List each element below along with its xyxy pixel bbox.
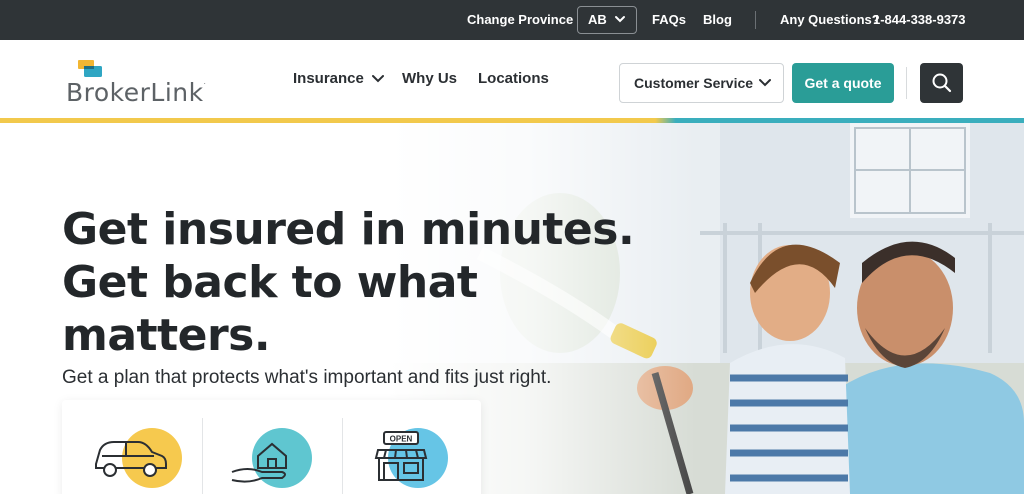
insurance-type-cards: OPEN xyxy=(62,400,481,494)
nav-locations[interactable]: Locations xyxy=(478,70,549,87)
customer-service-button[interactable]: Customer Service xyxy=(619,63,784,103)
logo-mark-icon xyxy=(78,60,102,77)
faqs-link[interactable]: FAQs xyxy=(652,0,686,40)
nav-insurance-label: Insurance xyxy=(293,70,364,87)
topbar-divider xyxy=(755,11,756,29)
province-value: AB xyxy=(588,12,607,27)
top-utility-bar: Change Province AB FAQs Blog Any Questio… xyxy=(0,0,1024,40)
get-a-quote-button[interactable]: Get a quote xyxy=(792,63,894,103)
business-insurance-card[interactable]: OPEN xyxy=(342,400,482,494)
car-insurance-card[interactable] xyxy=(62,400,202,494)
phone-link[interactable]: 1-844-338-9373 xyxy=(873,0,966,40)
hero-title-line: Get insured in minutes. xyxy=(62,204,635,255)
main-header: BrokerLink. Insurance Why Us Locations C… xyxy=(0,40,1024,120)
chevron-down-icon xyxy=(372,70,385,87)
nav-insurance[interactable]: Insurance xyxy=(293,70,385,87)
search-icon xyxy=(932,73,952,93)
header-divider xyxy=(906,67,907,99)
hero-subtitle: Get a plan that protects what's importan… xyxy=(62,367,552,388)
home-insurance-card[interactable] xyxy=(202,400,342,494)
change-province-label: Change Province xyxy=(467,12,574,27)
hero-title-line: matters. xyxy=(62,310,271,361)
open-sign-text: OPEN xyxy=(390,435,413,444)
province-select[interactable]: AB xyxy=(577,6,637,34)
home-insurance-icon xyxy=(231,442,287,483)
hero-section: Get insured in minutes. Get back to what… xyxy=(0,123,1024,494)
blog-link[interactable]: Blog xyxy=(703,0,732,40)
chevron-down-icon xyxy=(759,64,771,116)
nav-why-us[interactable]: Why Us xyxy=(402,70,457,87)
customer-service-label: Customer Service xyxy=(634,75,754,91)
questions-label: Any Questions? xyxy=(780,12,880,27)
hero-title-line: Get back to what xyxy=(62,257,478,308)
car-insurance-icon xyxy=(95,441,167,477)
hero-title: Get insured in minutes. Get back to what… xyxy=(62,203,662,362)
search-button[interactable] xyxy=(920,63,963,103)
business-insurance-icon: OPEN xyxy=(374,431,428,481)
brokerlink-logo[interactable]: BrokerLink. xyxy=(66,58,207,107)
logo-text: BrokerLink. xyxy=(66,78,207,107)
chevron-down-icon xyxy=(614,7,626,42)
